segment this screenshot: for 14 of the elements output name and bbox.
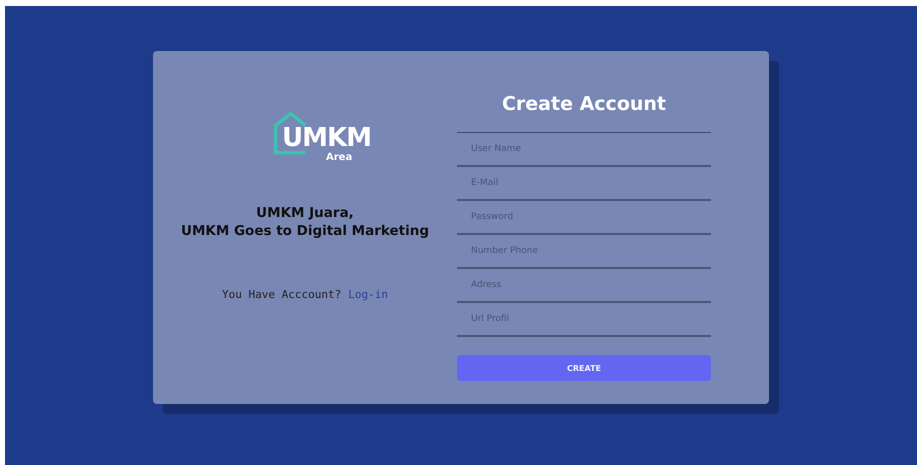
input-field[interactable]: E-Mail xyxy=(457,167,711,201)
input-field[interactable]: Adress xyxy=(457,269,711,303)
input-field[interactable]: Url Profil xyxy=(457,303,711,337)
tagline-text: UMKM Goes to Digital Marketing xyxy=(180,222,429,240)
input-field[interactable]: Password xyxy=(457,201,711,235)
logo-text: UMKM xyxy=(282,123,372,153)
form-title: Create Account xyxy=(500,92,668,117)
login-link[interactable]: Log-in xyxy=(348,288,388,301)
logo-subtext: Area xyxy=(326,152,352,164)
create-button[interactable]: CREATE xyxy=(457,355,711,381)
login-prompt: You Have Acccount? xyxy=(222,288,342,301)
input-field[interactable]: User Name xyxy=(457,133,711,167)
tagline-text: UMKM Juara, xyxy=(255,204,355,222)
input-field[interactable]: Number Phone xyxy=(457,235,711,269)
